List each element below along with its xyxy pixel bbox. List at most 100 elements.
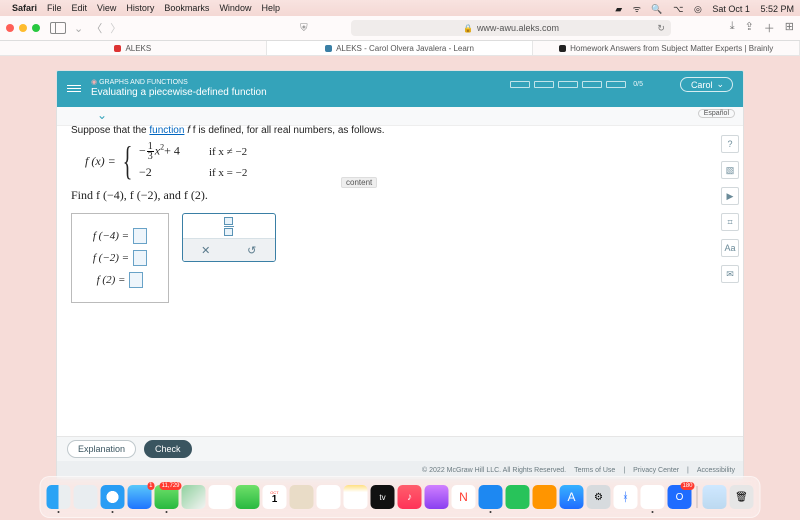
explanation-button[interactable]: Explanation — [67, 440, 136, 458]
answer-input-2[interactable] — [133, 250, 147, 266]
dock-keynote[interactable] — [479, 485, 503, 509]
clear-icon[interactable]: ✕ — [201, 244, 210, 257]
search-icon[interactable]: 🔍 — [651, 4, 662, 14]
control-center-icon[interactable]: ⌥ — [673, 4, 683, 14]
dock-pages[interactable] — [533, 485, 557, 509]
safari-toolbar: ⌄ 〈 〉 ⛨ 🔒 www-awu.aleks.com ↻ ⤓ ⇪ ＋ ⊞ — [0, 16, 800, 41]
dock-trash[interactable]: 🗑 — [730, 485, 754, 509]
answer-row-2: f (−2) = — [74, 250, 166, 266]
progress-meter: 0/5 — [510, 81, 643, 88]
prompt-line: Suppose that the function f f is defined… — [71, 125, 729, 136]
section-label: GRAPHS AND FUNCTIONS — [99, 79, 188, 86]
dock-launchpad[interactable] — [74, 485, 98, 509]
dock-safari[interactable] — [101, 485, 125, 509]
forward-icon[interactable]: 〉 — [110, 20, 121, 36]
function-link[interactable]: function — [149, 125, 184, 136]
answer-input-1[interactable] — [133, 228, 147, 244]
menu-window[interactable]: Window — [219, 3, 251, 13]
dock-facetime[interactable] — [236, 485, 260, 509]
dock-settings[interactable]: ⚙︎ — [587, 485, 611, 509]
dock-calendar[interactable]: OCT1 — [263, 485, 287, 509]
tab-brainly[interactable]: Homework Answers from Subject Matter Exp… — [533, 41, 800, 55]
dock-numbers[interactable] — [506, 485, 530, 509]
copyright: © 2022 McGraw Hill LLC. All Rights Reser… — [422, 467, 566, 474]
menu-file[interactable]: File — [47, 3, 62, 13]
menu-edit[interactable]: Edit — [72, 3, 88, 13]
dock: 1 11,729 OCT1 tv ♪ N A ⚙︎ ᚼ O180 🗑 — [40, 476, 761, 518]
chevron-down-icon[interactable]: ⌄ — [74, 22, 83, 35]
tab-aleks-learn[interactable]: ALEKS - Carol Olvera Javalera - Learn — [267, 41, 534, 55]
window-controls[interactable] — [6, 24, 40, 32]
fraction-tool-icon[interactable] — [224, 217, 234, 236]
download-icon[interactable]: ⤓ — [730, 20, 735, 36]
piecewise-definition: f (x) = { −13x2+ 4 if x ≠ −2 −2 if x = −… — [85, 142, 729, 180]
math-toolpane: ✕ ↺ — [182, 213, 276, 262]
back-icon[interactable]: 〈 — [91, 20, 102, 36]
chevron-down-icon: ⌄ — [716, 79, 724, 90]
menu-view[interactable]: View — [97, 3, 116, 13]
dock-reminders[interactable] — [317, 485, 341, 509]
tabs-icon[interactable]: ⊞ — [785, 20, 794, 36]
sidebar-icon[interactable] — [50, 22, 66, 34]
calculator-icon[interactable]: ⌗ — [721, 213, 739, 231]
section-icon: ◉ — [91, 79, 97, 86]
share-icon[interactable]: ⇪ — [745, 20, 754, 36]
answer-box: f (−4) = f (−2) = f (2) = — [71, 213, 169, 303]
dock-maps[interactable] — [182, 485, 206, 509]
overlay-tag: content — [341, 177, 377, 188]
dock-mail[interactable]: 1 — [128, 485, 152, 509]
task-line: Find f (−4), f (−2), and f (2). — [71, 188, 729, 203]
menu-history[interactable]: History — [126, 3, 154, 13]
fx-label: f (x) = — [85, 154, 116, 169]
footer-link-terms[interactable]: Terms of Use — [574, 467, 615, 474]
dock-downloads[interactable] — [703, 485, 727, 509]
dock-contacts[interactable] — [290, 485, 314, 509]
dock-bluetooth[interactable]: ᚼ — [614, 485, 638, 509]
side-tools: ? ▧ ▶ ⌗ Aa ✉ — [721, 135, 739, 283]
menu-help[interactable]: Help — [261, 3, 280, 13]
dock-tv[interactable]: tv — [371, 485, 395, 509]
dock-preview[interactable] — [641, 485, 665, 509]
piece-1: −13x2+ 4 if x ≠ −2 — [139, 142, 247, 161]
tab-label: ALEKS - Carol Olvera Javalera - Learn — [336, 44, 474, 53]
check-button[interactable]: Check — [144, 440, 192, 458]
undo-icon[interactable]: ↺ — [247, 244, 256, 257]
video-icon[interactable]: ▶ — [721, 187, 739, 205]
siri-icon[interactable]: ◎ — [694, 4, 702, 14]
piece-2: −2 if x = −2 — [139, 165, 247, 180]
left-brace: { — [123, 146, 133, 176]
tab-label: ALEKS — [125, 44, 151, 53]
new-tab-icon[interactable]: ＋ — [764, 20, 775, 36]
tab-aleks[interactable]: ALEKS — [0, 41, 267, 55]
reload-icon[interactable]: ↻ — [657, 23, 665, 34]
ruler-icon[interactable]: ▧ — [721, 161, 739, 179]
menu-app[interactable]: Safari — [12, 3, 37, 13]
dock-podcasts[interactable] — [425, 485, 449, 509]
dock-appstore[interactable]: A — [560, 485, 584, 509]
text-size-icon[interactable]: Aa — [721, 239, 739, 257]
dock-messages[interactable]: 11,729 — [155, 485, 179, 509]
menubar-date[interactable]: Sat Oct 1 — [712, 4, 750, 14]
dock-photos[interactable] — [209, 485, 233, 509]
dock-outlook[interactable]: O180 — [668, 485, 692, 509]
menu-bookmarks[interactable]: Bookmarks — [164, 3, 209, 13]
help-icon[interactable]: ? — [721, 135, 739, 153]
address-bar[interactable]: 🔒 www-awu.aleks.com ↻ — [351, 20, 671, 36]
footer-link-accessibility[interactable]: Accessibility — [697, 467, 735, 474]
address-text: www-awu.aleks.com — [477, 23, 559, 33]
dock-separator — [697, 486, 698, 508]
dock-notes[interactable] — [344, 485, 368, 509]
hamburger-icon[interactable] — [67, 83, 81, 94]
dock-finder[interactable] — [47, 485, 71, 509]
dock-music[interactable]: ♪ — [398, 485, 422, 509]
mac-menu-bar: Safari File Edit View History Bookmarks … — [0, 0, 800, 16]
lock-icon: 🔒 — [463, 24, 473, 33]
shield-icon[interactable]: ⛨ — [300, 23, 308, 34]
user-name: Carol — [691, 80, 713, 90]
user-menu[interactable]: Carol⌄ — [680, 77, 733, 92]
dock-news[interactable]: N — [452, 485, 476, 509]
footer-link-privacy[interactable]: Privacy Center — [633, 467, 679, 474]
menubar-time[interactable]: 5:52 PM — [760, 4, 794, 14]
feedback-icon[interactable]: ✉ — [721, 265, 739, 283]
answer-input-3[interactable] — [129, 272, 143, 288]
